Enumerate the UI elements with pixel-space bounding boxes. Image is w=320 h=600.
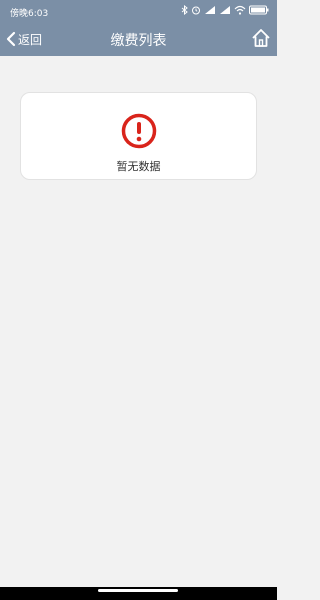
home-indicator-bar[interactable]	[98, 589, 178, 592]
signal-icon	[205, 6, 215, 14]
status-bar: 傍晚6:03	[0, 0, 277, 22]
signal-icon-2	[220, 6, 230, 14]
empty-state-message: 暂无数据	[116, 160, 161, 173]
page-title: 缴费列表	[110, 33, 167, 49]
status-icons	[181, 4, 269, 16]
status-time: 傍晚6:03	[10, 9, 49, 19]
alarm-icon	[192, 6, 200, 15]
nav-bar: 返回 缴费列表	[0, 22, 277, 56]
exclamation-circle-icon	[121, 113, 157, 149]
empty-state-card: 暂无数据	[20, 92, 257, 180]
battery-icon	[249, 5, 269, 15]
system-home-indicator	[0, 587, 277, 600]
bluetooth-icon	[181, 5, 188, 15]
home-icon	[252, 29, 270, 47]
home-button[interactable]	[251, 28, 271, 48]
wifi-icon	[234, 5, 246, 15]
app-header: 傍晚6:03 返回 缴费列表	[0, 0, 277, 56]
